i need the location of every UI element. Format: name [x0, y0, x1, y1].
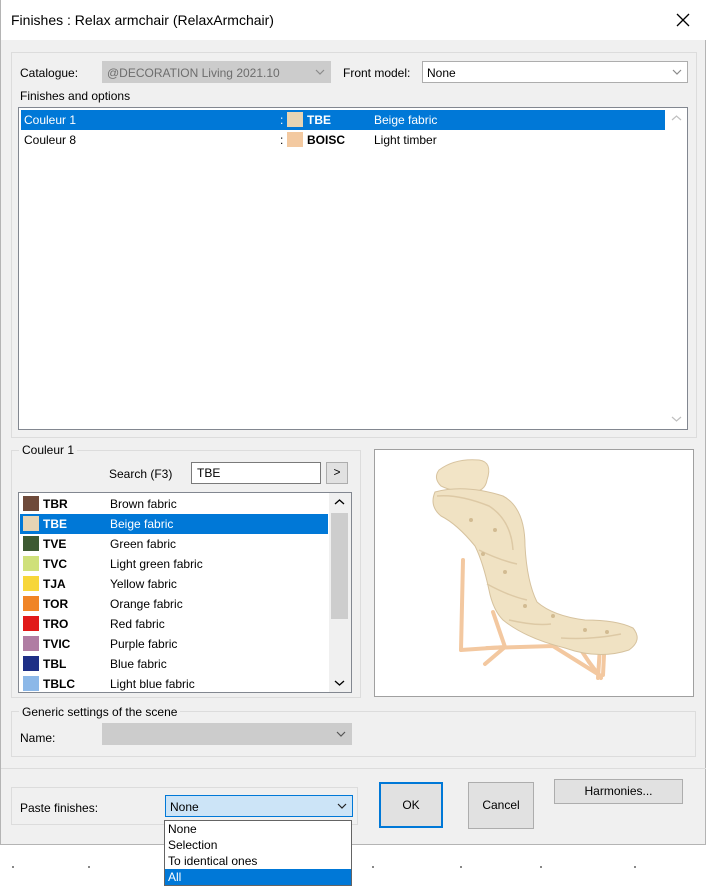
scene-name-select[interactable]	[102, 723, 352, 745]
color-swatch	[23, 656, 39, 671]
color-swatch	[287, 112, 303, 127]
edge-mark	[12, 866, 14, 868]
scroll-thumb[interactable]	[331, 513, 348, 619]
color-description: Blue fabric	[110, 657, 167, 671]
color-scrollbar[interactable]	[329, 493, 351, 692]
search-input[interactable]	[191, 462, 321, 484]
catalogue-select[interactable]: @DECORATION Living 2021.10	[102, 61, 331, 83]
title-bar: Finishes : Relax armchair (RelaxArmchair…	[1, 0, 706, 40]
close-button[interactable]	[660, 0, 706, 40]
edge-mark	[372, 866, 374, 868]
color-code: TOR	[43, 597, 69, 611]
color-code: TBLC	[43, 677, 75, 691]
chevron-down-icon	[315, 69, 325, 75]
paste-finishes-label: Paste finishes:	[20, 801, 99, 815]
color-description: Red fabric	[110, 617, 165, 631]
color-description: Purple fabric	[110, 637, 178, 651]
scroll-down-icon[interactable]	[329, 674, 350, 691]
scroll-up-icon[interactable]	[666, 110, 687, 127]
scene-group-label: Generic settings of the scene	[19, 705, 181, 719]
finishes-list[interactable]: Couleur 1 : TBE Beige fabric Couleur 8 :…	[18, 107, 688, 430]
color-swatch	[23, 616, 39, 631]
relax-armchair-render	[432, 459, 638, 680]
color-list[interactable]: TBR Brown fabric TBE Beige fabric TVE Green f…	[18, 492, 352, 693]
color-swatch	[23, 556, 39, 571]
color-code: TBR	[43, 497, 68, 511]
color-description: Beige fabric	[110, 517, 174, 531]
chevron-down-icon	[672, 69, 682, 75]
color-item-tve[interactable]: TVE Green fabric	[20, 534, 328, 554]
color-description: Light green fabric	[110, 557, 203, 571]
color-swatch	[23, 636, 39, 651]
color-code: TBE	[43, 517, 67, 531]
edge-mark	[540, 866, 542, 868]
color-code: TBL	[43, 657, 67, 671]
paste-option-selection[interactable]: Selection	[165, 837, 351, 853]
harmonies-button[interactable]: Harmonies...	[554, 779, 683, 804]
front-model-label: Front model:	[343, 66, 411, 80]
color-code: TRO	[43, 617, 69, 631]
color-description: Green fabric	[110, 537, 177, 551]
color-item-tvc[interactable]: TVC Light green fabric	[20, 554, 328, 574]
scene-name-label: Name:	[20, 731, 56, 745]
front-model-select[interactable]: None	[422, 61, 688, 83]
catalogue-label: Catalogue:	[20, 66, 79, 80]
color-swatch	[23, 576, 39, 591]
armchair-preview-image	[374, 449, 694, 697]
color-code: TJA	[43, 577, 66, 591]
paste-option-all[interactable]: All	[165, 869, 351, 885]
color-item-tvic[interactable]: TVIC Purple fabric	[20, 634, 328, 654]
color-code: TVE	[43, 537, 67, 551]
color-description: Orange fabric	[110, 597, 183, 611]
scroll-down-icon[interactable]	[666, 410, 687, 427]
edge-mark	[634, 866, 636, 868]
finishes-dialog: Finishes : Relax armchair (RelaxArmchair…	[0, 0, 706, 845]
scroll-up-icon[interactable]	[329, 494, 350, 511]
finish-row-couleur-8[interactable]: Couleur 8 : BOISC Light timber	[21, 130, 665, 150]
chevron-down-icon	[336, 731, 346, 737]
chevron-down-icon	[337, 803, 347, 809]
color-swatch	[23, 596, 39, 611]
edge-mark	[460, 866, 462, 868]
color-swatch	[23, 676, 39, 691]
color-swatch	[23, 516, 39, 531]
color-code: TVC	[43, 557, 67, 571]
paste-finishes-dropdown[interactable]: None Selection To identical ones All	[164, 820, 352, 886]
color-item-tro[interactable]: TRO Red fabric	[20, 614, 328, 634]
finishes-scrollbar[interactable]	[666, 108, 687, 429]
color-description: Brown fabric	[110, 497, 177, 511]
search-field[interactable]	[192, 463, 320, 483]
color-swatch	[23, 496, 39, 511]
finishes-options-label: Finishes and options	[20, 89, 131, 103]
paste-option-identical[interactable]: To identical ones	[165, 853, 351, 869]
color-code: TVIC	[43, 637, 71, 651]
search-go-button[interactable]: >	[326, 462, 348, 484]
paste-option-none[interactable]: None	[165, 821, 351, 837]
close-icon	[676, 13, 690, 27]
color-item-tbr[interactable]: TBR Brown fabric	[20, 494, 328, 514]
color-item-tbl[interactable]: TBL Blue fabric	[20, 654, 328, 674]
color-item-tbe[interactable]: TBE Beige fabric	[20, 514, 328, 534]
edge-mark	[88, 866, 90, 868]
window-title: Finishes : Relax armchair (RelaxArmchair…	[11, 12, 274, 28]
color-swatch	[287, 132, 303, 147]
separator-line	[1, 768, 706, 769]
color-swatch	[23, 536, 39, 551]
cancel-button[interactable]: Cancel	[468, 782, 534, 829]
paste-finishes-select[interactable]: None	[165, 795, 353, 817]
color-description: Light blue fabric	[110, 677, 195, 691]
color-description: Yellow fabric	[110, 577, 177, 591]
finish-row-couleur-1[interactable]: Couleur 1 : TBE Beige fabric	[21, 110, 665, 130]
search-label: Search (F3)	[109, 467, 173, 481]
color-item-tor[interactable]: TOR Orange fabric	[20, 594, 328, 614]
color-item-tja[interactable]: TJA Yellow fabric	[20, 574, 328, 594]
ok-button[interactable]: OK	[379, 782, 443, 828]
color-group-label: Couleur 1	[19, 443, 78, 457]
color-item-tblc[interactable]: TBLC Light blue fabric	[20, 674, 328, 692]
